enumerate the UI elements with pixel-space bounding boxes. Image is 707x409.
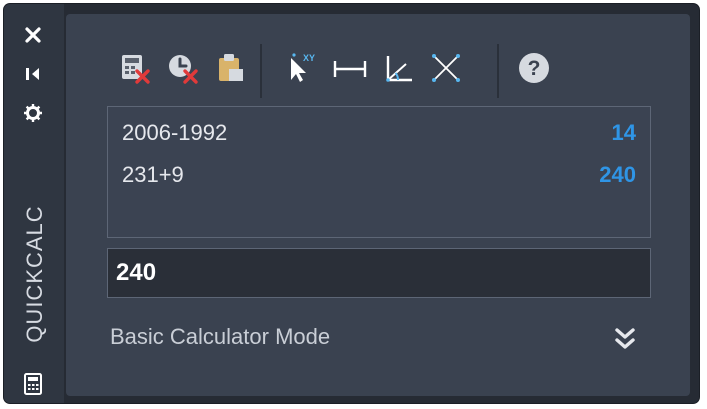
palette-title: QUICKCALC [22, 205, 47, 343]
settings-icon[interactable] [20, 100, 46, 126]
svg-text:?: ? [528, 57, 541, 80]
history-area[interactable]: 2006-1992 14 231+9 240 [107, 106, 651, 238]
clear-icon[interactable] [112, 44, 156, 92]
clear-history-icon[interactable] [160, 44, 204, 92]
history-expression: 2006-1992 [122, 120, 228, 145]
intersection-icon[interactable] [424, 44, 468, 92]
history-expression: 231+9 [122, 162, 184, 187]
angle-icon[interactable] [376, 44, 420, 92]
pin-icon[interactable] [20, 61, 46, 87]
history-row[interactable]: 231+9 240 [122, 158, 636, 192]
history-result: 14 [611, 120, 636, 145]
get-coordinates-icon[interactable]: XY [280, 44, 324, 92]
palette-title-bar: QUICKCALC [4, 4, 64, 403]
distance-icon[interactable] [328, 44, 372, 92]
double-chevron-down-icon[interactable] [608, 320, 642, 358]
history-result: 240 [599, 162, 636, 187]
paste-icon[interactable] [208, 44, 252, 92]
history-row[interactable]: 2006-1992 14 [122, 116, 636, 150]
mode-label: Basic Calculator Mode [110, 324, 331, 349]
close-icon[interactable] [20, 22, 46, 48]
calculator-icon[interactable] [20, 371, 46, 397]
svg-text:XY: XY [303, 53, 315, 63]
toolbar: XY ? [108, 44, 578, 98]
toolbar-separator [260, 44, 262, 98]
expression-input[interactable]: 240 [107, 248, 651, 298]
help-icon[interactable]: ? [512, 44, 556, 92]
toolbar-separator [497, 44, 499, 98]
